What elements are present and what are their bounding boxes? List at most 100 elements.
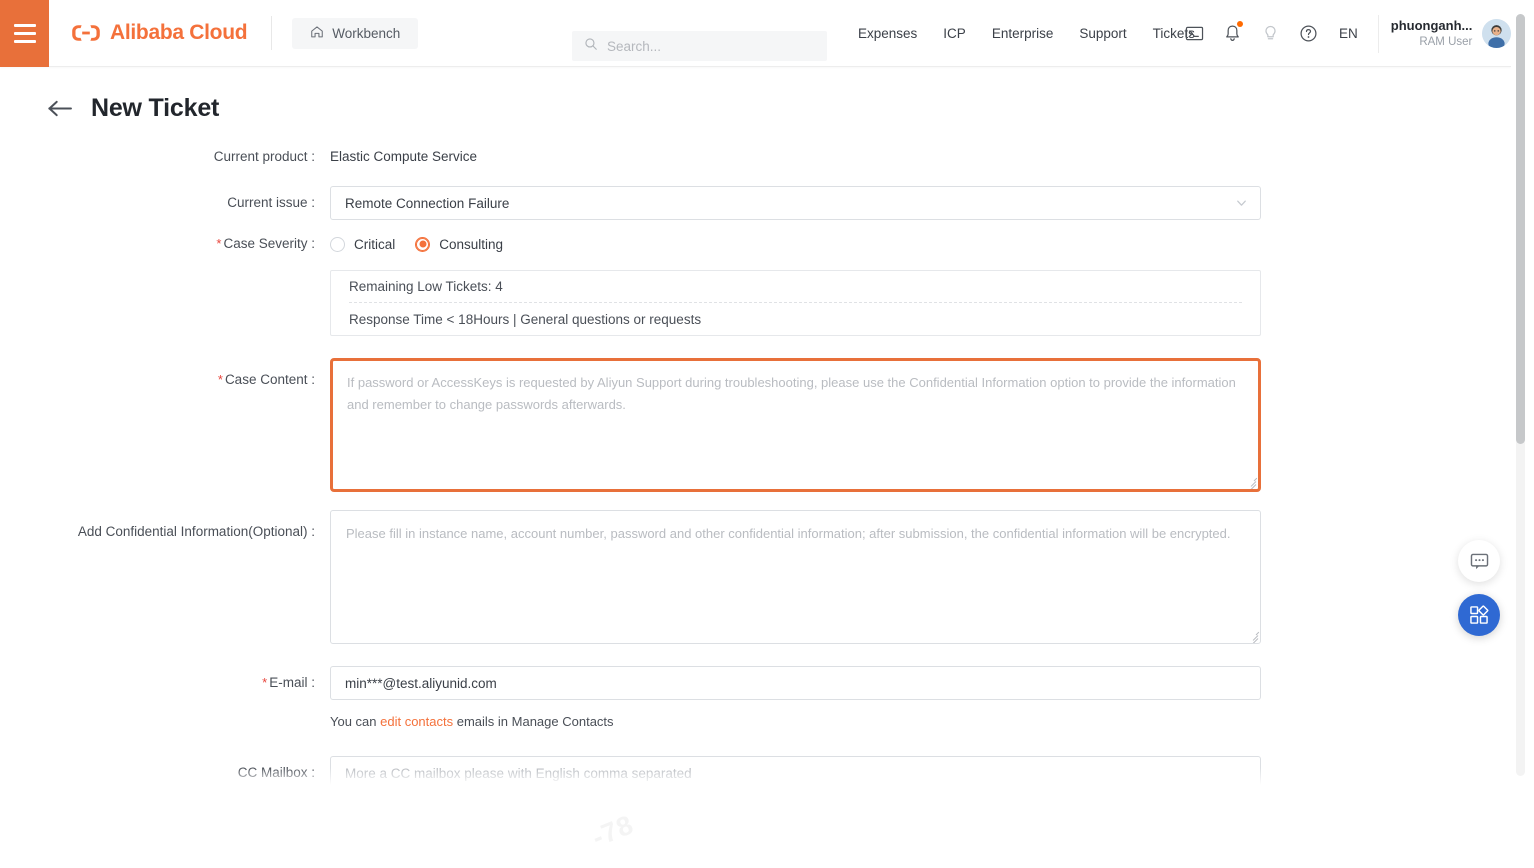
nav-item-support[interactable]: Support [1066,26,1139,41]
response-time-text: Response Time < 18Hours | General questi… [349,303,1242,335]
current-issue-label: Current issue : [0,186,330,220]
grip-line [1255,632,1258,635]
grip-line [1251,481,1257,487]
console-terminal-icon[interactable] [1175,14,1213,54]
contacts-hint: You can edit contacts emails in Manage C… [330,712,1511,732]
form-row-contacts-hint: You can edit contacts emails in Manage C… [0,712,1511,732]
brand-name: Alibaba Cloud [110,21,247,45]
email-value: min***@test.aliyunid.com [345,676,497,691]
current-issue-control: Remote Connection Failure [330,186,1511,220]
user-role: RAM User [1391,35,1473,51]
notification-badge [1237,21,1243,27]
user-account-menu[interactable]: phuonganh... RAM User [1383,17,1511,50]
form-row-confidential: Add Confidential Information(Optional) :… [0,510,1511,644]
case-content-placeholder: If password or AccessKeys is requested b… [347,372,1244,416]
confidential-placeholder: Please fill in instance name, account nu… [346,523,1245,545]
current-product-label: Current product : [0,147,330,167]
grip-line [1250,638,1258,644]
cc-mailbox-label: CC Mailbox : [0,756,330,790]
case-severity-label: *Case Severity : [0,230,330,258]
contacts-hint-control: You can edit contacts emails in Manage C… [330,712,1511,732]
case-content-control: If password or AccessKeys is requested b… [330,358,1511,492]
avatar[interactable] [1482,19,1511,48]
case-content-label-text: Case Content : [225,372,315,387]
home-icon [310,25,324,42]
app-window: Alibaba Cloud Workbench Sea [0,0,1511,790]
search-input[interactable]: Search... [572,31,827,61]
case-content-textarea[interactable]: If password or AccessKeys is requested b… [330,358,1261,492]
email-field[interactable]: min***@test.aliyunid.com [330,666,1261,700]
header-divider [1378,15,1379,53]
language-switcher[interactable]: EN [1327,26,1370,41]
page-title: New Ticket [91,94,219,123]
email-label-text: E-mail : [269,675,315,690]
nav-item-expenses[interactable]: Expenses [845,26,930,41]
screenshot-root: Alibaba Cloud Workbench Sea [0,0,1534,868]
remaining-tickets-text: Remaining Low Tickets: 4 [349,271,1242,303]
watermark: -78 [588,809,639,853]
case-severity-label-text: Case Severity : [223,236,315,251]
menu-line [14,40,36,43]
radio-consulting[interactable]: Consulting [415,237,503,252]
resize-grip-icon[interactable] [1246,629,1258,641]
required-asterisk: * [218,372,223,387]
grip-line [1253,635,1259,641]
hint-after-text: emails in Manage Contacts [453,714,613,729]
form-row-issue: Current issue : Remote Connection Failur… [0,186,1511,220]
chat-bubble-icon[interactable] [1458,540,1500,582]
radio-critical-label: Critical [354,237,395,252]
header-divider [271,16,272,50]
scrollbar-thumb[interactable] [1516,14,1525,444]
top-header: Alibaba Cloud Workbench Sea [0,0,1511,67]
current-product-value: Elastic Compute Service [330,147,1511,167]
email-control: min***@test.aliyunid.com [330,666,1511,700]
radio-mark-icon [330,237,345,252]
form-row-case-content: *Case Content : If password or AccessKey… [0,358,1511,492]
email-label: *E-mail : [0,666,330,700]
lightbulb-idea-icon[interactable] [1251,14,1289,54]
page-scrollbar[interactable] [1516,14,1525,776]
page-header: New Ticket [0,67,1511,123]
case-content-label: *Case Content : [0,358,330,390]
apps-grid-icon[interactable] [1458,594,1500,636]
header-nav: Expenses ICP Enterprise Support Tickets [845,0,1208,67]
user-name: phuonganh... [1391,17,1473,35]
nav-item-enterprise[interactable]: Enterprise [979,26,1067,41]
severity-radio-group: Critical Consulting [330,230,1511,258]
case-severity-control: Critical Consulting [330,230,1511,258]
cc-mailbox-placeholder: More a CC mailbox please with English co… [345,766,692,781]
grip-line [1253,478,1256,481]
brand-logo[interactable]: Alibaba Cloud [49,0,271,67]
current-issue-selected-value: Remote Connection Failure [345,196,509,211]
severity-info-control: Remaining Low Tickets: 4 Response Time <… [330,270,1511,336]
edit-contacts-link[interactable]: edit contacts [380,714,453,729]
confidential-label: Add Confidential Information(Optional) : [0,510,330,542]
radio-critical[interactable]: Critical [330,237,395,252]
new-ticket-form: Current product : Elastic Compute Servic… [0,123,1511,790]
confidential-textarea[interactable]: Please fill in instance name, account nu… [330,510,1261,644]
workbench-button[interactable]: Workbench [292,18,418,49]
form-row-severity-info: Remaining Low Tickets: 4 Response Time <… [0,270,1511,336]
radio-mark-selected-icon [415,237,430,252]
hint-before-text: You can [330,714,380,729]
back-arrow-icon[interactable] [47,99,74,118]
form-row-product: Current product : Elastic Compute Servic… [0,147,1511,167]
form-row-email: *E-mail : min***@test.aliyunid.com [0,666,1511,700]
help-question-icon[interactable] [1289,14,1327,54]
required-asterisk: * [262,675,267,690]
cc-mailbox-field[interactable]: More a CC mailbox please with English co… [330,756,1261,790]
nav-item-icp[interactable]: ICP [930,26,979,41]
chevron-down-icon [1235,197,1248,210]
alibaba-cloud-logo-icon [71,23,101,43]
bell-notification-icon[interactable] [1213,14,1251,54]
hamburger-menu-icon[interactable] [0,0,49,67]
radio-consulting-label: Consulting [439,237,503,252]
search-placeholder: Search... [607,39,661,54]
user-info: phuonganh... RAM User [1391,17,1473,50]
menu-line [14,32,36,35]
form-row-severity: *Case Severity : Critical Consulting [0,230,1511,258]
current-issue-select[interactable]: Remote Connection Failure [330,186,1261,220]
resize-grip-icon[interactable] [1244,475,1256,487]
workbench-label: Workbench [332,26,400,41]
grip-line [1248,484,1256,492]
